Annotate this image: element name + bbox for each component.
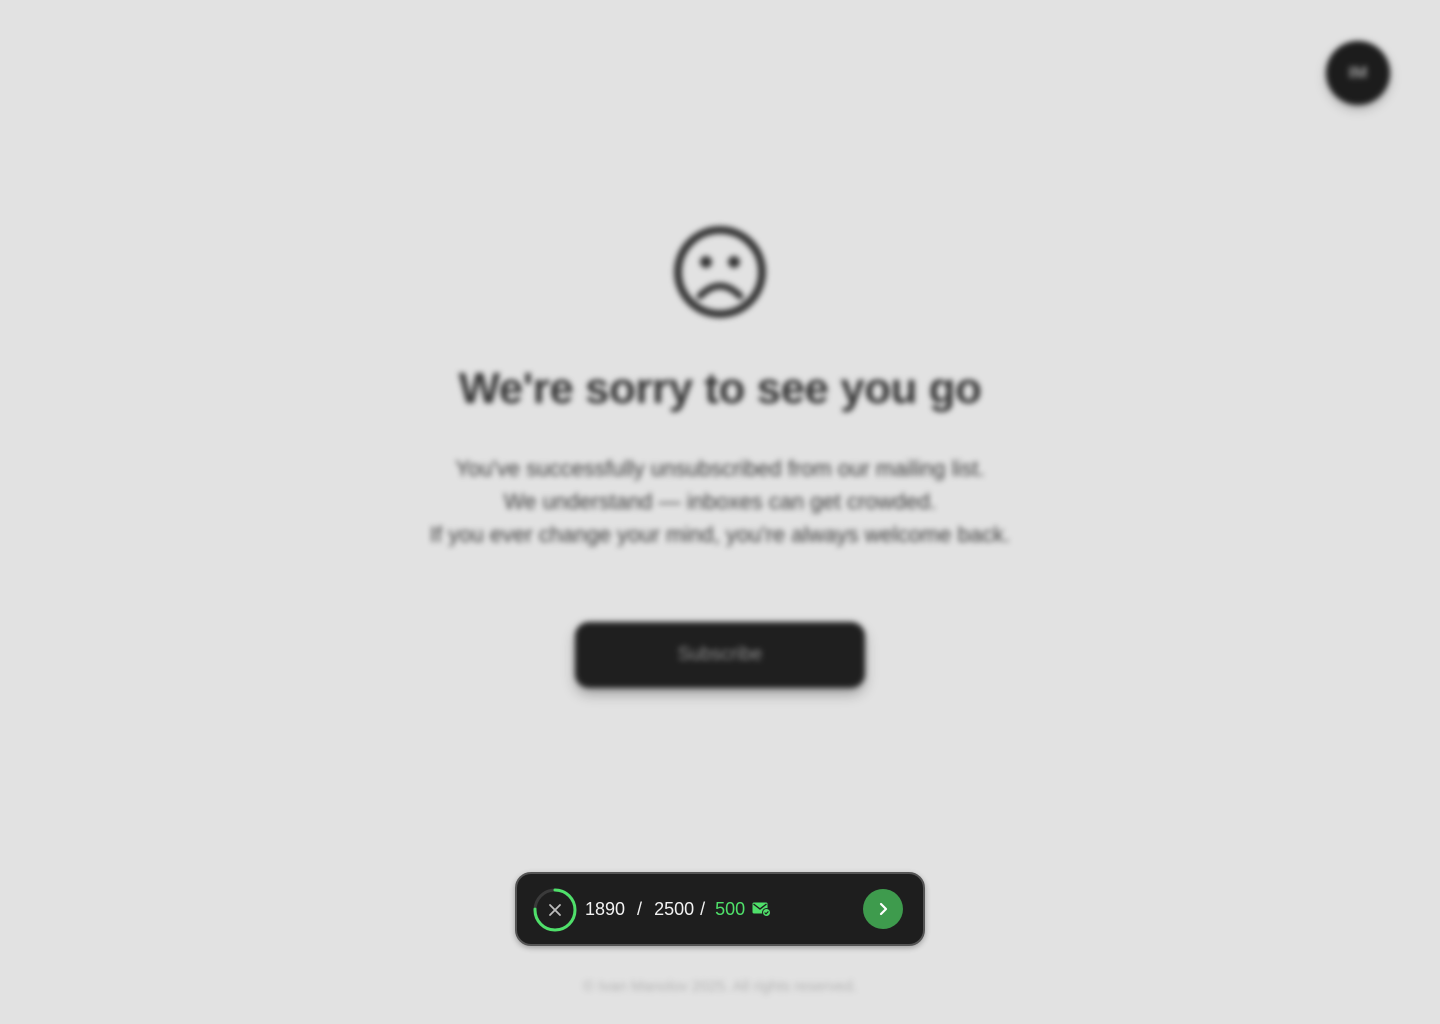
sad-face-icon — [674, 226, 766, 318]
message-line: If you ever change your mind, you're alw… — [429, 522, 1011, 547]
footer-copyright: © Ivan Manolov 2025. All rights reserved… — [583, 978, 857, 995]
subscribe-button[interactable]: Subscribe — [575, 622, 865, 688]
used-count: 1890 — [585, 898, 626, 919]
page-title: We're sorry to see you go — [458, 364, 982, 413]
separator: / — [700, 898, 706, 919]
chevron-right-icon — [879, 902, 888, 916]
close-icon[interactable] — [544, 899, 566, 921]
bonus-count: 500 — [715, 898, 746, 919]
blurred-background-page: IM We're sorry to see you go You've succ… — [0, 0, 1440, 1024]
user-avatar[interactable]: IM — [1326, 41, 1390, 105]
next-button[interactable] — [863, 889, 903, 929]
unsubscribe-message: You've successfully unsubscribed from ou… — [0, 452, 1440, 551]
separator: / — [637, 898, 643, 919]
message-line: We understand — inboxes can get crowded. — [503, 489, 937, 514]
quota-counts: 1890 / 2500 / 500 — [585, 874, 772, 944]
quota-widget: 1890 / 2500 / 500 — [515, 872, 925, 946]
total-count: 2500 — [654, 898, 695, 919]
mail-check-icon — [752, 902, 772, 917]
message-line: You've successfully unsubscribed from ou… — [455, 456, 985, 481]
